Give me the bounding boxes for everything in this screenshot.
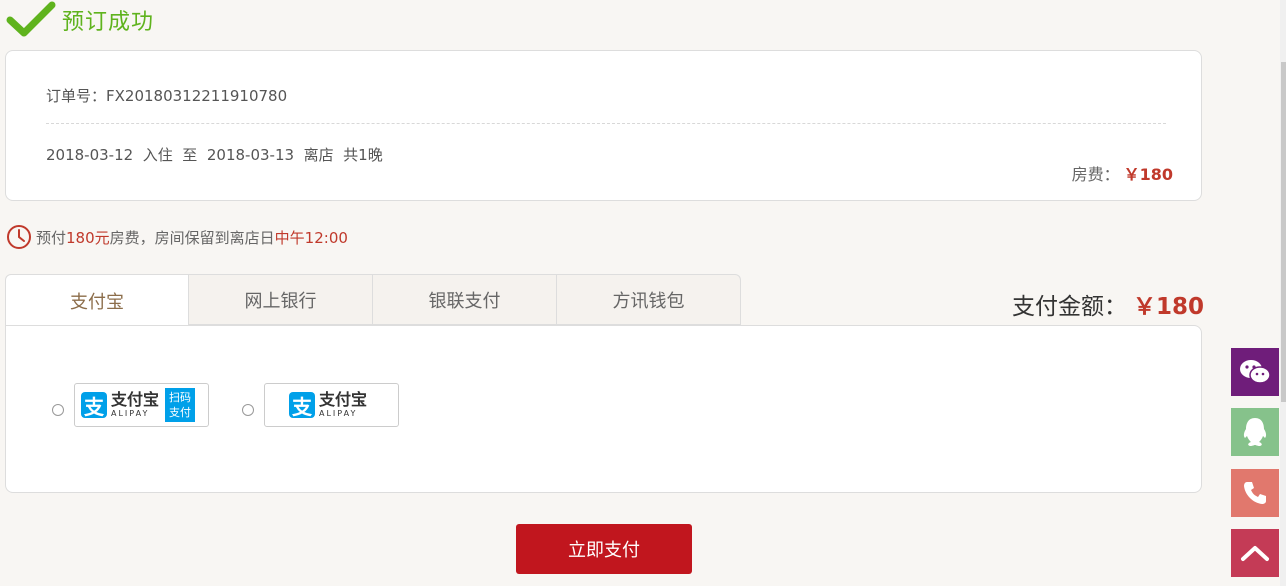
alipay-logo-icon: 支 — [289, 392, 315, 419]
payment-total-amount: ￥180 — [1132, 294, 1204, 320]
scan-badge-line2: 支付 — [169, 406, 192, 419]
checkin-label: 入住 — [142, 146, 173, 164]
order-number: 订单号：FX20180312211910780 — [46, 87, 288, 105]
payment-tabs: 支付宝 网上银行 银联支付 方讯钱包 — [5, 274, 741, 326]
checkout-date: 2018-03-13 — [206, 146, 295, 164]
scrollbar-thumb[interactable] — [1281, 62, 1286, 402]
scan-pay-badge: 扫码 支付 — [165, 388, 196, 422]
alipay-name: 支付宝 — [111, 390, 160, 409]
tab-fangxun-wallet[interactable]: 方讯钱包 — [557, 274, 741, 325]
room-fee-label: 房费： — [1071, 165, 1120, 184]
checkout-label: 离店 — [303, 146, 334, 164]
sidebar-back-to-top[interactable] — [1231, 529, 1279, 577]
tab-online-banking[interactable]: 网上银行 — [189, 274, 373, 325]
checkin-date: 2018-03-12 — [46, 146, 134, 164]
payment-total: 支付金额： ￥180 — [1012, 287, 1204, 321]
alipay-wordmark: 支付宝 ALIPAY — [319, 391, 367, 419]
notice-time: 中午12:00 — [274, 228, 348, 247]
scan-badge-line1: 扫码 — [169, 391, 192, 404]
notice-prefix: 预付 — [36, 228, 67, 247]
room-fee-amount: ￥180 — [1123, 165, 1173, 184]
back-to-top-icon — [1241, 546, 1269, 561]
to-label: 至 — [182, 146, 198, 164]
qq-icon — [1243, 418, 1267, 446]
checkmark-icon — [6, 1, 56, 37]
order-summary-card: 订单号：FX20180312211910780 2018-03-12 入住 至 … — [5, 50, 1202, 201]
phone-icon — [1244, 482, 1266, 504]
clock-icon — [7, 225, 31, 249]
alipay-qr-radio[interactable] — [52, 404, 64, 416]
notice-middle: 房费，房间保留到离店日 — [109, 228, 275, 247]
divider — [46, 123, 1166, 124]
alipay-en: ALIPAY — [111, 409, 150, 418]
alipay-name: 支付宝 — [319, 390, 368, 409]
success-title: 预订成功 — [62, 10, 155, 35]
alipay-option[interactable]: 支 支付宝 ALIPAY — [264, 383, 399, 427]
payment-options-panel: 支 支付宝 ALIPAY 扫码 支付 支 支付宝 ALIPAY — [5, 325, 1202, 493]
stay-dates: 2018-03-12 入住 至 2018-03-13 离店 共1晚 — [46, 144, 383, 165]
alipay-radio[interactable] — [242, 404, 254, 416]
success-header: 预订成功 — [6, 0, 154, 40]
reservation-notice: 预付 180元 房费，房间保留到离店日 中午12:00 — [6, 224, 348, 250]
alipay-qr-option[interactable]: 支 支付宝 ALIPAY 扫码 支付 — [74, 383, 209, 427]
pay-now-button[interactable]: 立即支付 — [516, 524, 692, 574]
tab-unionpay[interactable]: 银联支付 — [373, 274, 557, 325]
sidebar-phone[interactable] — [1231, 469, 1279, 517]
notice-amount: 180元 — [66, 228, 110, 247]
wechat-icon — [1240, 360, 1271, 384]
alipay-en: ALIPAY — [319, 409, 358, 418]
payment-total-label: 支付金额： — [1011, 294, 1127, 320]
alipay-logo-icon: 支 — [81, 392, 107, 419]
alipay-wordmark: 支付宝 ALIPAY — [111, 391, 159, 419]
nights-count: 共1晚 — [343, 146, 383, 164]
tab-alipay[interactable]: 支付宝 — [5, 274, 189, 326]
sidebar-qq[interactable] — [1231, 408, 1279, 456]
sidebar-wechat[interactable] — [1231, 348, 1279, 396]
room-fee: 房费： ￥180 — [1072, 161, 1173, 185]
